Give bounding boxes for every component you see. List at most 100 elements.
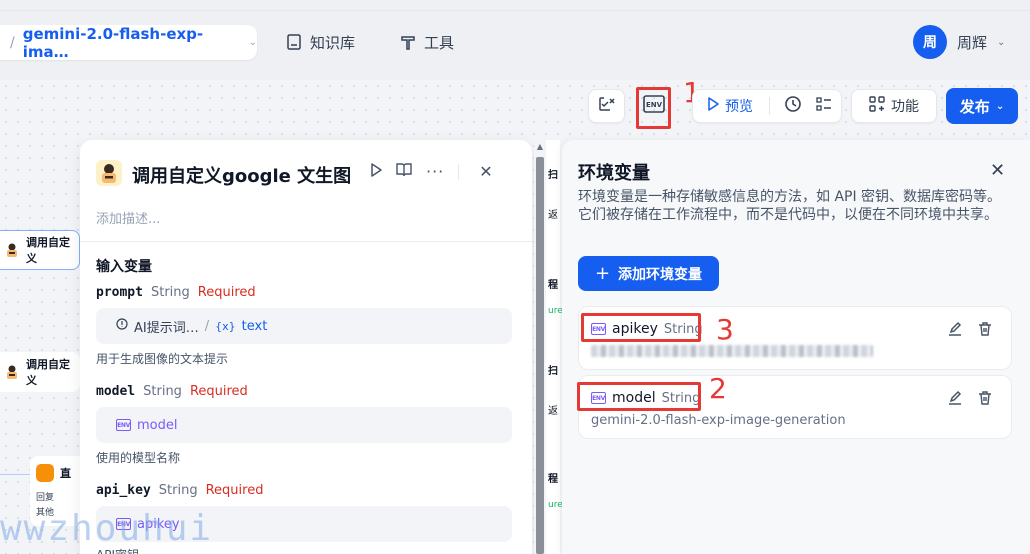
tool-icon <box>400 34 416 50</box>
history-icon[interactable] <box>784 95 802 117</box>
answer-icon <box>36 464 54 482</box>
env-variables-panel: 环境变量 ✕ 环境变量是一种存储敏感信息的方法，如 API 密钥、数据库密码等。… <box>562 140 1030 554</box>
env-var-actions <box>947 390 993 410</box>
app-selector[interactable]: / gemini-2.0-flash-exp-ima… ⌄ <box>0 24 257 61</box>
var-type: String <box>150 285 190 300</box>
canvas-node-label: 调用自定义 <box>26 358 70 387</box>
node-title-row: 调用自定义google 文生图 <box>96 160 351 190</box>
strip-text: 返 <box>548 210 558 221</box>
canvas-node-label: 直 <box>60 467 71 480</box>
env-panel-title: 环境变量 <box>578 163 650 184</box>
publish-label: 发布 <box>959 97 990 116</box>
breadcrumb-slash: / <box>10 34 15 51</box>
grid-icon <box>869 96 885 116</box>
app-name: gemini-2.0-flash-exp-ima… <box>22 24 204 61</box>
avatar: 周 <box>913 25 947 59</box>
variable-icon: {x} <box>215 319 236 333</box>
preview-button[interactable]: 预览 <box>725 96 753 116</box>
strip-text: 返 <box>548 406 558 417</box>
close-icon[interactable]: ✕ <box>990 160 1005 181</box>
annotation-number-3: 3 <box>716 313 734 346</box>
run-node-icon[interactable] <box>370 162 382 181</box>
edit-icon[interactable] <box>947 321 963 341</box>
robot-icon <box>4 242 20 258</box>
annotation-box-env <box>636 87 671 129</box>
ref-var-name: text <box>241 318 268 334</box>
delete-icon[interactable] <box>977 390 993 410</box>
checklist-x-icon <box>598 96 616 116</box>
var-required: Required <box>197 285 256 300</box>
strip-text: ure <box>548 306 563 316</box>
nav-tools-label: 工具 <box>424 33 455 52</box>
canvas-node-1[interactable]: 调用自定义 <box>0 230 80 270</box>
var-type: String <box>158 483 198 498</box>
features-label: 功能 <box>891 99 919 115</box>
edit-icon[interactable] <box>947 390 963 410</box>
strip-text: 扫 <box>548 170 558 181</box>
user-name: 周辉 <box>957 33 988 52</box>
nav-tools[interactable]: 工具 <box>400 30 454 54</box>
add-env-variable-button[interactable]: + 添加环境变量 <box>578 256 719 291</box>
var-required: Required <box>189 384 248 399</box>
scroll-up-arrow[interactable]: ▲ <box>534 142 546 152</box>
var-model-value[interactable]: ENV model <box>96 407 512 443</box>
var-name: model <box>96 384 136 399</box>
node-ref-icon <box>116 318 128 334</box>
plus-icon: + <box>594 263 611 284</box>
var-model-row: model String Required <box>96 384 248 399</box>
strip-text: 程 <box>548 474 558 485</box>
divider <box>80 241 532 242</box>
canvas-node-sub: 回复 <box>36 493 55 503</box>
input-variables-heading: 输入变量 <box>96 259 152 275</box>
var-name: prompt <box>96 285 143 300</box>
canvas-node-2[interactable]: 调用自定义 <box>0 352 80 392</box>
ref-var-name: model <box>137 417 178 433</box>
node-description-input[interactable]: 添加描述... <box>96 208 160 227</box>
watermark: wwzhouhui <box>0 508 214 549</box>
chevron-down-icon: ⌄ <box>995 100 1005 112</box>
var-type: String <box>143 384 182 399</box>
var-prompt-value[interactable]: AI提示词… / {x} text <box>96 308 512 344</box>
var-help: 使用的模型名称 <box>96 451 181 465</box>
robot-icon <box>96 160 122 190</box>
var-apikey-row: api_key String Required <box>96 483 263 498</box>
env-var-value: gemini-2.0-flash-exp-image-generation <box>591 413 846 428</box>
edge-line <box>0 474 30 475</box>
scrollbar-thumb[interactable] <box>536 157 544 554</box>
publish-button[interactable]: 发布 ⌄ <box>946 88 1018 124</box>
top-bar: / gemini-2.0-flash-exp-ima… ⌄ 知识库 工具 周 周… <box>0 0 1030 80</box>
var-help: 用于生成图像的文本提示 <box>96 352 229 366</box>
ref-separator: / <box>204 318 210 334</box>
delete-icon[interactable] <box>977 321 993 341</box>
chevron-down-icon: ⌄ <box>997 36 1006 48</box>
close-icon[interactable]: ✕ <box>479 162 492 181</box>
preview-group: 预览 <box>692 89 842 123</box>
robot-icon <box>4 364 20 380</box>
checklist-icon[interactable] <box>816 96 832 116</box>
strip-text: ure <box>548 500 563 510</box>
docs-icon[interactable] <box>396 162 412 181</box>
var-required: Required <box>205 483 264 498</box>
nav-knowledge[interactable]: 知识库 <box>286 30 355 54</box>
actions-divider <box>458 163 460 180</box>
strip-text: 程 <box>548 280 558 291</box>
toolbar-divider <box>769 97 770 115</box>
env-icon: ENV <box>116 419 131 431</box>
checklist-off-button[interactable] <box>588 89 625 123</box>
nav-knowledge-label: 知识库 <box>310 33 356 52</box>
env-panel-description: 环境变量是一种存储敏感信息的方法，如 API 密钥、数据库密码等。它们被存储在工… <box>578 189 1002 223</box>
hidden-nodes-strip: 扫 返 程 ure 扫 返 程 ure <box>546 140 563 554</box>
more-icon[interactable]: ··· <box>426 162 444 181</box>
top-divider <box>0 10 1030 11</box>
chevron-down-icon: ⌄ <box>248 37 257 48</box>
node-config-panel: 调用自定义google 文生图 ··· ✕ 添加描述... 输入变量 promp… <box>80 140 532 554</box>
play-icon[interactable] <box>707 97 719 115</box>
env-var-actions <box>947 321 993 341</box>
node-title[interactable]: 调用自定义google 文生图 <box>132 162 351 188</box>
var-name: api_key <box>96 483 151 498</box>
features-button[interactable]: 功能 <box>851 89 937 123</box>
annotation-box-model <box>577 382 701 411</box>
var-prompt-row: prompt String Required <box>96 285 256 300</box>
ref-node-name: AI提示词… <box>134 320 199 336</box>
user-menu[interactable]: 周 周辉 ⌄ <box>913 25 1005 59</box>
